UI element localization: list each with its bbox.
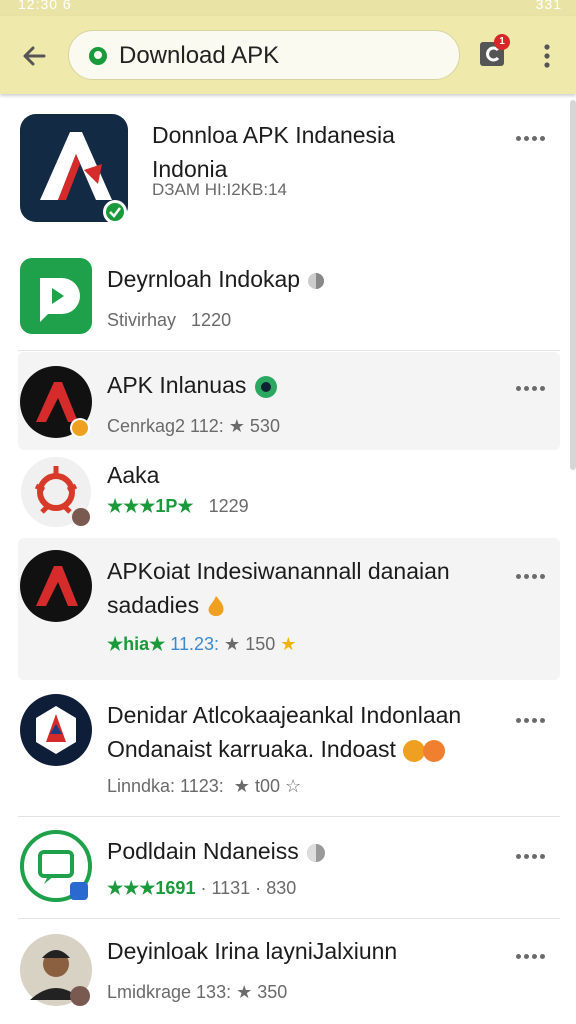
more-options-icon[interactable] xyxy=(516,710,550,723)
app-icon-download xyxy=(20,258,92,334)
meta-left: Cenrkag2 112: xyxy=(107,416,224,436)
meta-mid: 11.23: xyxy=(170,634,220,654)
app-meta: Cenrkag2 112: ★ 530 xyxy=(107,416,280,437)
app-title-line: APKoiat Indesiwanannall danaian xyxy=(107,558,450,584)
app-icon-apk-dark xyxy=(20,366,92,438)
more-options-icon[interactable] xyxy=(516,946,550,959)
app-title-line: sadadies xyxy=(107,588,450,622)
list-item[interactable]: Aaka ★★★1P★ 1229 xyxy=(18,452,560,532)
app-title-text: Ondanaist karruaka. Indoast xyxy=(107,736,396,762)
star-icon: ★ xyxy=(224,634,241,654)
app-title: Aaka xyxy=(107,462,160,488)
meta-mid: · 1131 · xyxy=(200,878,262,898)
outline-star-icon: ☆ xyxy=(284,776,302,796)
url-text: Download APK xyxy=(119,42,280,69)
star-icon: ★ xyxy=(236,982,253,1002)
app-title-line: Donnloa APK Indanesia xyxy=(152,122,395,148)
app-title-text: APK Inlanuas xyxy=(107,372,247,398)
rating-stars: ★★★1691 xyxy=(107,878,196,898)
list-item[interactable]: Deyrnloah Indokap Stivirhay 1220 xyxy=(18,250,560,346)
browser-toolbar: Download APK 1 xyxy=(0,16,576,94)
star-icon: ★ xyxy=(233,776,250,796)
list-item[interactable]: Podldain Ndaneiss ★★★1691 · 1131 · 830 xyxy=(18,824,560,916)
more-options-icon[interactable] xyxy=(516,566,550,579)
app-title-text: sadadies xyxy=(107,592,200,618)
app-title-text: Podldain Ndaneiss xyxy=(107,838,299,864)
list-item[interactable]: APK Inlanuas Cenrkag2 112: ★ 530 xyxy=(18,352,560,450)
half-circle-icon xyxy=(307,843,326,862)
list-item[interactable]: APKoiat Indesiwanannall danaian sadadies… xyxy=(18,538,560,680)
overflow-menu-icon[interactable] xyxy=(540,42,554,72)
rating-stars: ★hia★ xyxy=(107,634,166,654)
scrollbar[interactable] xyxy=(570,100,576,470)
app-icon-apk-dark xyxy=(20,550,92,622)
meta-right: t00 xyxy=(254,776,280,796)
meta-right: 830 xyxy=(266,878,297,898)
app-meta: Linndka: 1123: ★ t00 ☆ xyxy=(107,776,301,797)
gold-star-icon: ★ xyxy=(280,634,297,654)
tab-count-badge: 1 xyxy=(494,34,510,50)
meta-right: 1220 xyxy=(191,310,232,330)
more-options-icon[interactable] xyxy=(516,846,550,859)
app-meta: DЗAM HI:I2KB:14 xyxy=(152,180,287,199)
meta-left: Lmidkrage 133: xyxy=(107,982,232,1002)
app-title: Podldain Ndaneiss xyxy=(107,834,327,868)
app-icon-aaka xyxy=(21,457,91,527)
tabs-button[interactable]: 1 xyxy=(478,34,510,68)
app-meta: ★hia★ 11.23: ★ 150 ★ xyxy=(107,634,296,655)
more-options-icon[interactable] xyxy=(516,128,550,141)
meta-left: Linndka: 1123: xyxy=(107,776,224,796)
app-icon-chat xyxy=(20,830,92,902)
app-title-line: Ondanaist karruaka. Indoast xyxy=(107,732,461,766)
app-title-text: Deyinloak Irina layniJalxiunn xyxy=(107,938,398,964)
list-item[interactable]: Denidar Atlcokaajeankal Indonlaan Ondana… xyxy=(18,690,560,810)
app-meta: ★★★1P★ 1229 xyxy=(107,496,249,517)
status-time: 12:30 6 xyxy=(18,0,72,12)
half-circle-icon xyxy=(308,272,325,289)
app-meta: Stivirhay 1220 xyxy=(107,310,231,331)
status-bar: 12:30 6 331 xyxy=(0,0,576,16)
smiley-icon xyxy=(403,739,446,762)
app-meta: Lmidkrage 133: ★ 350 xyxy=(107,982,287,1003)
app-title: Denidar Atlcokaajeankal Indonlaan Ondana… xyxy=(107,698,461,766)
list-item[interactable]: Donnloa APK Indanesia Indonia DЗAM HI:I2… xyxy=(18,108,560,238)
app-icon-apk-indonesia xyxy=(20,114,128,222)
app-icon-hex xyxy=(20,694,92,766)
divider xyxy=(18,816,560,817)
avatar xyxy=(20,934,92,1006)
meta-right: 150 xyxy=(245,634,276,654)
robot-face-icon xyxy=(254,375,277,398)
app-meta: ★★★1691 · 1131 · 830 xyxy=(107,878,296,899)
app-title: Deyrnloah Indokap xyxy=(107,262,326,296)
divider xyxy=(18,350,560,351)
rating-stars: ★★★1P★ xyxy=(107,496,194,516)
app-title: APKoiat Indesiwanannall danaian sadadies xyxy=(107,554,450,622)
status-battery: 331 xyxy=(535,0,562,12)
app-title: Deyinloak Irina layniJalxiunn xyxy=(107,934,397,968)
list-item[interactable]: Deyinloak Irina layniJalxiunn Lmidkrage … xyxy=(18,926,560,1022)
app-title-text: Deyrnloah Indokap xyxy=(107,266,301,292)
star-icon: ★ xyxy=(228,416,245,436)
meta-right: 350 xyxy=(257,982,288,1002)
meta-left: Stivirhay xyxy=(107,310,177,330)
url-bar[interactable]: Download APK xyxy=(68,30,460,80)
app-title: Donnloa APK Indanesia Indonia xyxy=(152,118,395,186)
back-arrow-icon[interactable] xyxy=(18,40,50,72)
meta-right: 530 xyxy=(249,416,280,436)
more-options-icon[interactable] xyxy=(516,378,550,391)
app-title: APK Inlanuas xyxy=(107,368,279,402)
secure-lock-icon xyxy=(89,47,107,65)
meta-right: 1229 xyxy=(208,496,249,516)
divider xyxy=(18,918,560,919)
app-title-line: Denidar Atlcokaajeankal Indonlaan xyxy=(107,702,462,728)
fire-icon xyxy=(209,595,224,617)
